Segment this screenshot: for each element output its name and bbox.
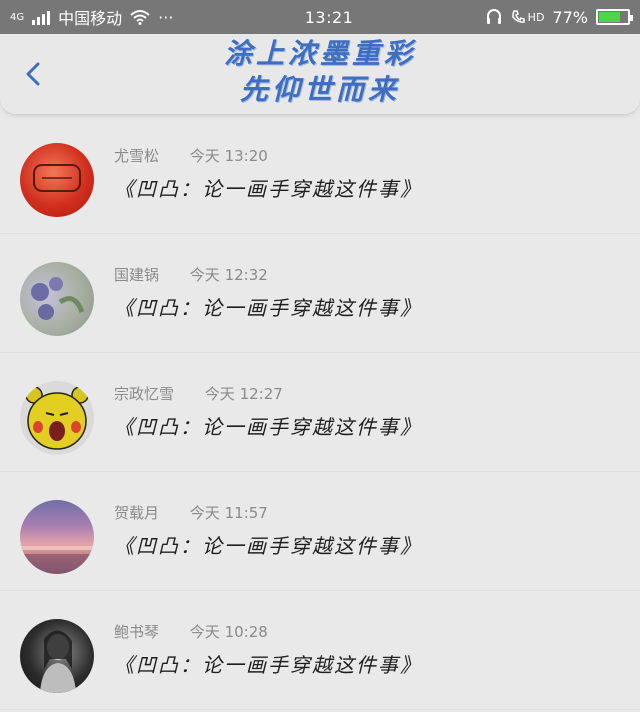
person-photo-icon <box>40 630 76 693</box>
author-name: 宗政忆雪 <box>114 385 175 403</box>
list-item[interactable]: 宗政忆雪 今天 12:27 《凹凸：论一画手穿越这件事》 <box>0 353 640 472</box>
header-title: 涂上浓墨重彩 先仰世而来 <box>0 36 640 108</box>
post-time: 今天 12:27 <box>204 385 283 403</box>
list-item[interactable]: 国建锅 今天 12:32 《凹凸：论一画手穿越这件事》 <box>0 234 640 353</box>
author-name: 尤雪松 <box>114 147 160 165</box>
status-time: 13:21 <box>304 7 354 27</box>
battery-fill <box>598 12 621 22</box>
sunset-icon <box>20 546 94 574</box>
headphone-icon <box>486 9 501 24</box>
hd-label: HD <box>527 10 545 24</box>
avatar[interactable] <box>20 143 94 217</box>
status-right: HD 77% <box>485 7 633 27</box>
item-title: 《凹凸：论一画手穿越这件事》 <box>114 653 422 677</box>
list-item[interactable]: 贺载月 今天 11:57 《凹凸：论一画手穿越这件事》 <box>0 472 640 591</box>
hd-call-icon: HD <box>511 9 545 25</box>
header: 涂上浓墨重彩 先仰世而来 <box>0 34 640 115</box>
author-name: 贺载月 <box>114 504 160 522</box>
item-title: 《凹凸：论一画手穿越这件事》 <box>114 296 422 320</box>
wifi-icon <box>130 10 150 25</box>
header-title-line1: 涂上浓墨重彩 <box>223 37 416 70</box>
avatar[interactable] <box>20 262 94 336</box>
header-title-line2: 先仰世而来 <box>239 73 400 106</box>
battery-percent: 77% <box>552 7 588 27</box>
item-meta: 鲍书琴 今天 10:28 <box>114 621 268 642</box>
avatar[interactable] <box>20 500 94 574</box>
status-bar: 4G 中国移动 ··· 13:21 HD 77% <box>0 0 640 34</box>
list-item[interactable]: 鲍书琴 今天 10:28 《凹凸：论一画手穿越这件事》 <box>0 591 640 710</box>
avatar[interactable] <box>20 619 94 693</box>
carrier-name: 中国移动 <box>58 9 123 28</box>
item-meta: 贺载月 今天 11:57 <box>114 502 268 523</box>
signal-icon <box>32 9 51 25</box>
flower-icon <box>31 277 85 320</box>
status-left: 4G 中国移动 ··· <box>10 5 173 29</box>
network-label: 4G <box>10 11 25 23</box>
author-name: 国建锅 <box>114 266 160 284</box>
avatar-face-icon <box>33 164 81 192</box>
avatar[interactable] <box>20 381 94 455</box>
battery-icon <box>595 9 633 25</box>
post-time: 今天 12:32 <box>189 266 268 284</box>
item-meta: 尤雪松 今天 13:20 <box>114 145 268 166</box>
yellow-bear-icon <box>25 386 89 450</box>
list-item[interactable]: 尤雪松 今天 13:20 《凹凸：论一画手穿越这件事》 <box>0 115 640 234</box>
post-time: 今天 13:20 <box>189 147 268 165</box>
item-meta: 宗政忆雪 今天 12:27 <box>114 383 283 404</box>
item-title: 《凹凸：论一画手穿越这件事》 <box>114 534 422 558</box>
message-list: 尤雪松 今天 13:20 《凹凸：论一画手穿越这件事》 国建锅 今天 12:32… <box>0 115 640 710</box>
post-time: 今天 10:28 <box>189 623 268 641</box>
item-meta: 国建锅 今天 12:32 <box>114 264 268 285</box>
item-title: 《凹凸：论一画手穿越这件事》 <box>114 415 422 439</box>
more-dots-icon: ··· <box>158 7 174 27</box>
post-time: 今天 11:57 <box>189 504 268 522</box>
author-name: 鲍书琴 <box>114 623 160 641</box>
item-title: 《凹凸：论一画手穿越这件事》 <box>114 177 422 201</box>
